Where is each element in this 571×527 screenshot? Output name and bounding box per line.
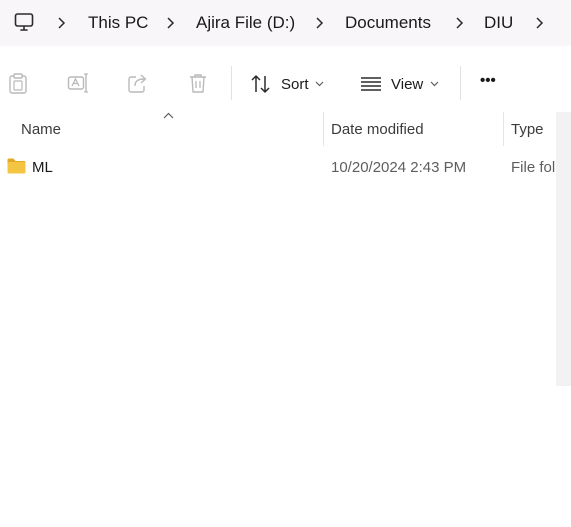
breadcrumb-chevron-icon[interactable]: [57, 15, 67, 31]
column-divider[interactable]: [323, 112, 324, 146]
sort-button[interactable]: Sort: [281, 76, 309, 94]
view-icon[interactable]: [360, 73, 382, 95]
breadcrumb-chevron-icon[interactable]: [315, 15, 325, 31]
breadcrumb-item-drive[interactable]: Ajira File (D:): [196, 12, 295, 34]
sort-chevron-down-icon[interactable]: [315, 81, 324, 87]
breadcrumb-chevron-icon[interactable]: [166, 15, 176, 31]
sort-icon[interactable]: [250, 73, 272, 95]
delete-icon[interactable]: [187, 72, 209, 94]
rename-icon[interactable]: [67, 72, 89, 94]
breadcrumb-item-this-pc[interactable]: This PC: [88, 12, 148, 34]
column-header-name[interactable]: Name: [21, 121, 61, 138]
toolbar-separator: [231, 66, 232, 100]
view-button[interactable]: View: [391, 76, 423, 94]
breadcrumb-item-diu[interactable]: DIU: [484, 12, 513, 34]
file-date-modified: 10/20/2024 2:43 PM: [331, 159, 467, 176]
list-item[interactable]: ML 10/20/2024 2:43 PM File fol: [0, 152, 556, 184]
breadcrumb-item-documents[interactable]: Documents: [345, 12, 431, 34]
file-type: File fol: [511, 159, 556, 176]
breadcrumb-chevron-icon[interactable]: [535, 15, 545, 31]
folder-icon: [7, 158, 26, 174]
command-bar: Sort View •••: [0, 54, 571, 113]
column-header-type[interactable]: Type: [511, 121, 544, 138]
sort-ascending-icon: [163, 112, 174, 119]
this-pc-icon[interactable]: [14, 12, 34, 32]
see-more-button[interactable]: •••: [480, 72, 496, 90]
column-header-date-modified[interactable]: Date modified: [331, 121, 424, 138]
toolbar-separator: [460, 66, 461, 100]
column-header-row: Name Date modified Type: [0, 112, 571, 146]
view-chevron-down-icon[interactable]: [430, 81, 439, 87]
column-divider[interactable]: [503, 112, 504, 146]
address-bar: This PC Ajira File (D:) Documents DIU: [0, 0, 571, 46]
vertical-scrollbar[interactable]: [556, 112, 571, 527]
breadcrumb-chevron-icon[interactable]: [455, 15, 465, 31]
file-name[interactable]: ML: [32, 159, 53, 176]
scrollbar-thumb[interactable]: [556, 386, 571, 527]
paste-icon[interactable]: [7, 72, 29, 94]
share-icon[interactable]: [127, 72, 149, 94]
